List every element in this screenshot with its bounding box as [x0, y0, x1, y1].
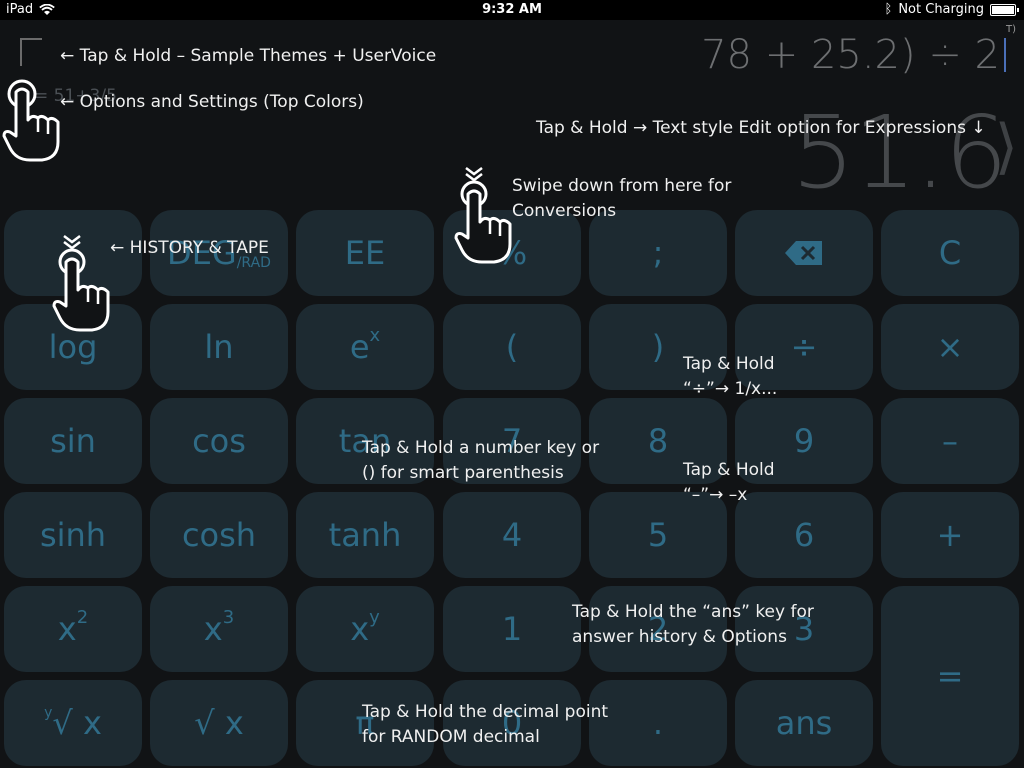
- text-cursor: [1004, 38, 1006, 72]
- clear-key[interactable]: C: [881, 210, 1019, 296]
- bluetooth-icon: ᛒ: [884, 2, 893, 17]
- hint-minus-line2: “–”→ –x: [683, 485, 748, 505]
- square-sup: 2: [76, 606, 89, 628]
- ans-key[interactable]: ans: [735, 680, 873, 766]
- cos-key[interactable]: cos: [150, 398, 288, 484]
- hint-ans-line1: Tap & Hold the “ans” key for: [572, 602, 814, 622]
- status-bar: iPad 9:32 AM ᛒ Not Charging: [0, 0, 1024, 20]
- nth-root-key[interactable]: y √ x: [4, 680, 142, 766]
- square-base: x: [57, 610, 77, 648]
- nth-root-index: y: [44, 705, 53, 721]
- power-key[interactable]: xy: [296, 586, 434, 672]
- battery-status-label: Not Charging: [898, 2, 984, 17]
- ee-key[interactable]: EE: [296, 210, 434, 296]
- hint-history: ← HISTORY & TAPE: [110, 238, 269, 258]
- backspace-icon: [785, 241, 822, 265]
- open-paren-key[interactable]: (: [443, 304, 581, 390]
- hint-decimal: Tap & Hold the decimal point for RANDOM …: [362, 700, 608, 750]
- minus-key[interactable]: –: [881, 398, 1019, 484]
- power-sup: y: [369, 606, 380, 628]
- hint-options: ← Options and Settings (Top Colors): [60, 92, 364, 112]
- hint-divide-line1: Tap & Hold: [683, 354, 775, 374]
- equals-key[interactable]: =: [881, 586, 1019, 766]
- hint-decimal-line1: Tap & Hold the decimal point: [362, 702, 609, 722]
- decimal-key[interactable]: .: [589, 680, 727, 766]
- exp-base: e: [349, 328, 370, 366]
- swipe-down-conversions-hand-icon: [454, 167, 512, 264]
- themes-corner-button[interactable]: [20, 38, 42, 66]
- expression-display[interactable]: 78 + 25.2) ÷ 2: [701, 32, 1000, 78]
- four-key[interactable]: 4: [443, 492, 581, 578]
- cube-base: x: [203, 610, 223, 648]
- hint-number-line2: () for smart parenthesis: [362, 463, 564, 483]
- result-overflow-bracket: ⟩: [994, 112, 1018, 182]
- tanh-key[interactable]: tanh: [296, 492, 434, 578]
- exp-key[interactable]: ex: [296, 304, 434, 390]
- hint-divide: Tap & Hold “÷”→ 1/x...: [683, 352, 777, 402]
- battery-icon: [990, 3, 1019, 16]
- multiply-key[interactable]: ×: [881, 304, 1019, 390]
- sin-key[interactable]: sin: [4, 398, 142, 484]
- sinh-key[interactable]: sinh: [4, 492, 142, 578]
- one-key[interactable]: 1: [443, 586, 581, 672]
- cube-sup: 3: [222, 606, 235, 628]
- hint-ans: Tap & Hold the “ans” key for answer hist…: [572, 600, 814, 650]
- battery-level-fill: [992, 5, 1014, 14]
- square-key[interactable]: x2: [4, 586, 142, 672]
- hint-text-edit: Tap & Hold → Text style Edit option for …: [536, 118, 986, 138]
- ln-key[interactable]: ln: [150, 304, 288, 390]
- nth-root-label: √ x: [52, 704, 102, 742]
- power-base: x: [350, 610, 370, 648]
- hint-number: Tap & Hold a number key or () for smart …: [362, 436, 599, 486]
- tap-hand-icon: [2, 79, 60, 162]
- status-time: 9:32 AM: [482, 2, 542, 17]
- hint-number-line1: Tap & Hold a number key or: [362, 438, 600, 458]
- exp-sup: x: [369, 324, 381, 346]
- hint-conversions: Swipe down from here for Conversions: [512, 174, 731, 224]
- hint-themes: ← Tap & Hold – Sample Themes + UserVoice: [60, 46, 437, 66]
- hint-decimal-line2: for RANDOM decimal: [362, 727, 540, 747]
- swipe-down-hand-icon: [52, 235, 110, 332]
- sqrt-key[interactable]: √ x: [150, 680, 288, 766]
- cosh-key[interactable]: cosh: [150, 492, 288, 578]
- cube-key[interactable]: x3: [150, 586, 288, 672]
- backspace-key[interactable]: [735, 210, 873, 296]
- hint-ans-line2: answer history & Options: [572, 627, 787, 647]
- mode-indicator: T): [1005, 24, 1016, 35]
- hint-minus: Tap & Hold “–”→ –x: [683, 458, 775, 508]
- hint-minus-line1: Tap & Hold: [683, 460, 775, 480]
- hint-divide-line2: “÷”→ 1/x...: [683, 379, 778, 399]
- result-display[interactable]: 51.6: [791, 94, 1008, 211]
- hint-conversions-line2: Conversions: [512, 201, 617, 221]
- plus-key[interactable]: +: [881, 492, 1019, 578]
- hint-conversions-line1: Swipe down from here for: [512, 176, 732, 196]
